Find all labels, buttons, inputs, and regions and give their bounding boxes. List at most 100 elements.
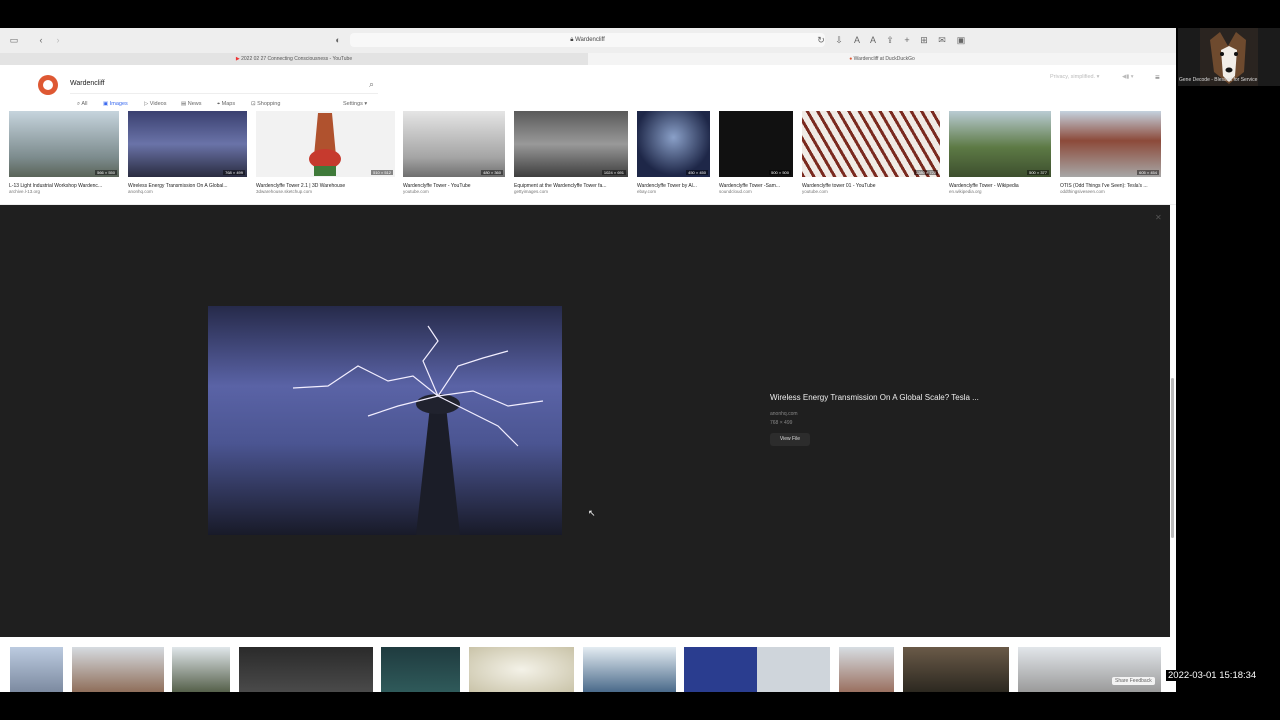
search-input[interactable]: Wardencliff ⌕ [70,75,378,94]
logo-face [43,80,53,90]
tab-overview-icon[interactable]: ⊞ [918,34,930,46]
browser-window: ▭ ‹ › ◐ 🔒︎ Wardencliff ↻ ⇩ A A ⇪ + ⊞ ✉ ▣… [0,28,1176,692]
result-source: soundcloud.com [719,189,752,194]
reload-icon[interactable]: ↻ [815,34,827,46]
nav-videos[interactable]: ▷ Videos [144,101,166,107]
tab-youtube[interactable]: ▶ 2022 02 27 Connecting Consciousness - … [0,53,588,65]
image-result[interactable]: 510 × 512 Wardenclyffe Tower 2.1 | 3D Wa… [256,111,395,194]
more-results-strip [0,638,1176,692]
privacy-dropdown[interactable]: Privacy, simplified. ▾ [1050,74,1099,80]
image-result[interactable] [381,647,460,692]
result-dims: 566 × 550 [95,170,117,175]
nav-images[interactable]: ▣ Images [103,101,128,107]
image-result[interactable] [839,647,894,692]
tab-bar: ▶ 2022 02 27 Connecting Consciousness - … [0,53,1176,65]
image-result[interactable] [469,647,574,692]
result-source: archive.l-13.org [9,189,41,194]
image-result[interactable] [903,647,1009,692]
image-result[interactable]: 768 × 499 Wireless Energy Transmission O… [128,111,247,194]
detail-dims: 768 × 499 [770,420,793,426]
result-dims: 500 × 377 [1027,170,1049,175]
image-result[interactable]: 500 × 500 Wardenclyffe Tower -Sam... sou… [719,111,793,194]
result-dims: 768 × 499 [223,170,245,175]
image-result[interactable]: 500 × 377 Wardenclyffe Tower - Wikipedia… [949,111,1051,194]
selected-image[interactable] [208,306,562,535]
image-result[interactable]: 566 × 550 L-13 Light Industrial Workshop… [9,111,119,194]
browser-toolbar: ▭ ‹ › ◐ 🔒︎ Wardencliff ↻ ⇩ A A ⇪ + ⊞ ✉ ▣ [0,28,1176,54]
search-query: Wardencliff [70,80,105,87]
result-source: ebay.com [637,189,657,194]
tesla-tower-lightning-image [208,306,562,535]
close-icon[interactable]: ✕ [1155,213,1162,222]
participant-name: Gene Decode - Blessed for Service [1179,77,1258,83]
result-image: 510 × 512 [256,111,395,177]
result-dims: 1024 × 691 [601,170,626,175]
tab-label: 2022 02 27 Connecting Consciousness - Yo… [241,56,353,62]
forward-icon[interactable]: › [52,34,64,46]
result-image: 480 × 360 [403,111,505,177]
image-result[interactable] [583,647,676,692]
text-small-icon[interactable]: A [851,34,863,46]
sidebar-icon[interactable]: ▭ [8,34,20,46]
mail-icon[interactable]: ✉ [936,34,948,46]
nav-all[interactable]: ⌕ All [77,101,87,108]
settings-dropdown[interactable]: Settings ▾ [343,101,367,107]
result-source: 3dwarehouse.sketchup.com [256,189,313,194]
image-results-strip: 566 × 550 L-13 Light Industrial Workshop… [0,111,1176,205]
nav-label: Shopping [257,101,281,107]
image-result[interactable] [684,647,830,692]
megaphone-icon[interactable]: ◀▮ ▾ [1122,74,1134,80]
view-file-button[interactable]: View File [770,433,810,446]
image-result[interactable] [239,647,373,692]
result-image: 450 × 450 [637,111,710,177]
shield-icon[interactable]: ◐ [332,34,344,46]
nav-label: All [81,101,88,107]
image-result[interactable]: 1280 × 720 Wardenclyffe tower 01 - YouTu… [802,111,940,194]
image-result[interactable] [1018,647,1161,692]
detail-source[interactable]: anonhq.com [770,411,798,417]
tab-duckduckgo[interactable]: ● Wardencliff at DuckDuckGo [588,53,1176,65]
text-large-icon[interactable]: A [867,34,879,46]
result-image: 500 × 500 [719,111,793,177]
download-icon[interactable]: ⇩ [833,34,845,46]
nav-shopping[interactable]: ⊡ Shopping [251,101,280,107]
image-result[interactable]: 450 × 450 Wardenclyffe Tower by Al... eb… [637,111,710,194]
image-result[interactable] [72,647,164,692]
extension-icon[interactable]: ▣ [955,34,967,46]
recording-timestamp: 2022-03-01 15:18:34 [1166,670,1259,681]
result-dims: 450 × 450 [686,170,708,175]
nav-news[interactable]: ▤ News [181,101,202,107]
share-feedback-button[interactable]: Share Feedback [1112,677,1155,685]
result-image: 1280 × 720 [802,111,940,177]
address-bar[interactable]: 🔒︎ Wardencliff [350,33,825,47]
duckduckgo-logo[interactable] [38,75,58,95]
back-icon[interactable]: ‹ [35,34,47,46]
image-result[interactable] [10,647,63,692]
nav-label: Maps [221,101,236,107]
settings-label: Settings [343,101,363,107]
image-detail-panel: ✕ Wireless Energy Transmission On A Glob… [0,205,1170,652]
image-result[interactable]: 1024 × 691 Equipment at the Wardenclyffe… [514,111,628,194]
tower-3d-model [309,113,341,176]
menu-icon[interactable]: ≡ [1155,73,1160,82]
image-result[interactable]: 605 × 454 OTIS (Odd Things I've Seen): T… [1060,111,1161,194]
share-icon[interactable]: ⇪ [884,34,896,46]
new-tab-icon[interactable]: + [901,34,913,46]
result-dims: 480 × 360 [481,170,503,175]
nav-maps[interactable]: ⌖ Maps [217,101,235,108]
scrollbar[interactable] [1171,378,1174,538]
image-result[interactable]: 480 × 360 Wardenclyffe Tower - YouTube y… [403,111,505,194]
result-image: 1024 × 691 [514,111,628,177]
search-icon[interactable]: ⌕ [369,75,374,93]
ddg-header: Wardencliff ⌕ ⌕ All ▣ Images ▷ Videos ▤ … [0,65,1176,111]
result-source: youtube.com [802,189,828,194]
result-dims: 500 × 500 [769,170,791,175]
result-image: 768 × 499 [128,111,247,177]
result-source: gettyimages.com [514,189,549,194]
nav-label: Images [109,101,128,107]
result-dims: 510 × 512 [371,170,393,175]
detail-title[interactable]: Wireless Energy Transmission On A Global… [770,393,979,402]
tab-label: Wardencliff at DuckDuckGo [853,56,915,62]
result-dims: 1280 × 720 [913,170,938,175]
image-result[interactable] [172,647,230,692]
